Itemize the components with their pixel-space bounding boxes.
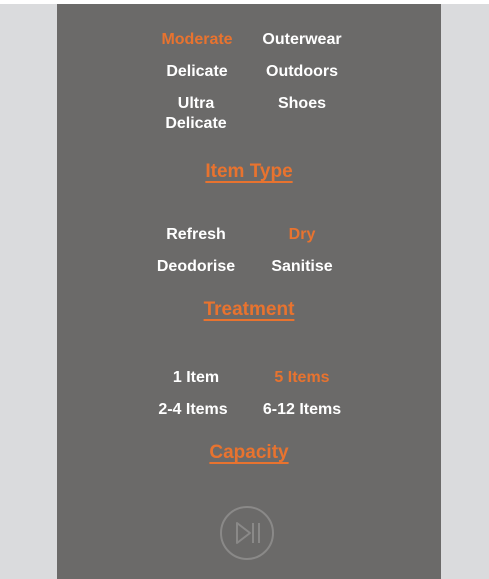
option-6-12-items[interactable]: 6-12 Items [232, 400, 372, 420]
option-outerwear[interactable]: Outerwear [242, 30, 362, 50]
control-panel: Moderate Outerwear Delicate Outdoors Ult… [57, 4, 441, 579]
right-margin [441, 4, 489, 579]
play-pause-button[interactable] [220, 506, 274, 560]
option-5-items[interactable]: 5 Items [242, 368, 362, 388]
option-refresh[interactable]: Refresh [136, 225, 256, 245]
option-1-item[interactable]: 1 Item [136, 368, 256, 388]
option-ultra-delicate[interactable]: Ultra Delicate [156, 94, 236, 134]
option-sanitise[interactable]: Sanitise [242, 257, 362, 277]
left-margin [0, 4, 57, 579]
option-outdoors[interactable]: Outdoors [242, 62, 362, 82]
option-dry[interactable]: Dry [242, 225, 362, 245]
item-type-heading: Item Type [205, 161, 293, 182]
option-deodorise[interactable]: Deodorise [136, 257, 256, 277]
treatment-heading: Treatment [203, 299, 295, 320]
option-moderate[interactable]: Moderate [137, 30, 257, 50]
play-pause-icon [236, 522, 260, 544]
option-shoes[interactable]: Shoes [242, 94, 362, 114]
capacity-heading: Capacity [209, 442, 289, 463]
option-delicate[interactable]: Delicate [137, 62, 257, 82]
